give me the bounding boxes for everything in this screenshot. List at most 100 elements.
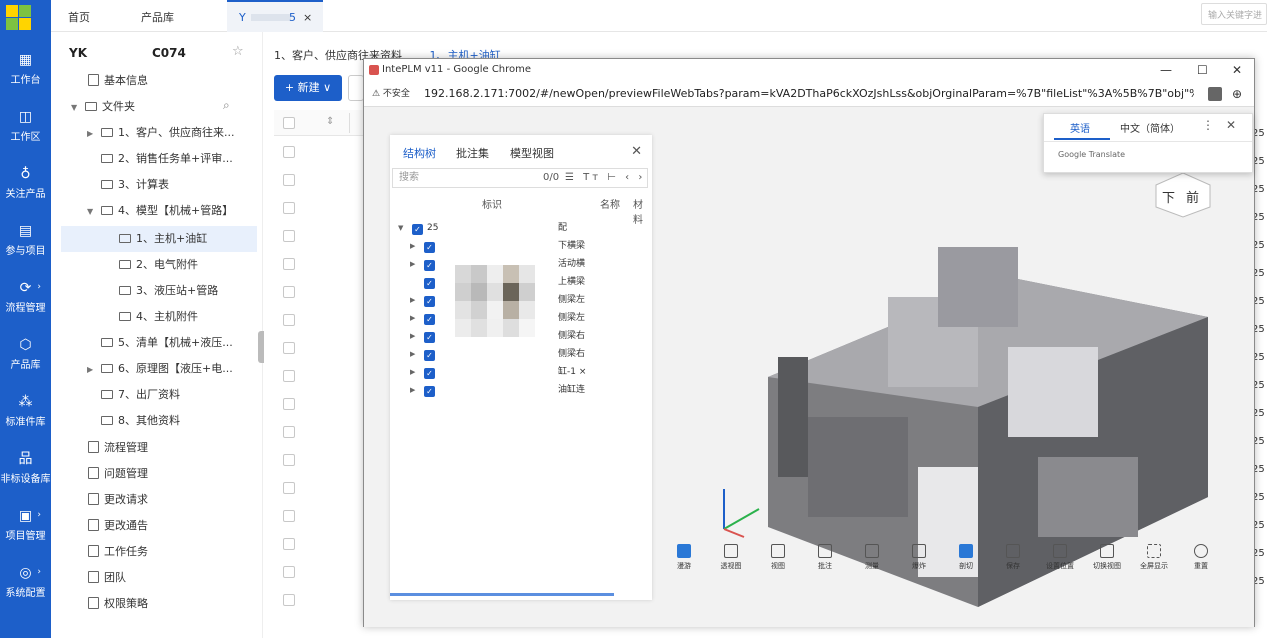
- structure-row[interactable]: ▶ ✓ 侧梁右: [410, 345, 585, 363]
- tab-structure-tree[interactable]: 结构树: [403, 145, 436, 161]
- nav-item-equipment[interactable]: 品非标设备库: [0, 451, 51, 485]
- tree-node-folder-6[interactable]: ▶ 6、原理图【液压+电...: [87, 358, 233, 380]
- row-checkbox[interactable]: [283, 370, 295, 382]
- tree-node-issues[interactable]: 问题管理: [88, 463, 148, 485]
- close-icon[interactable]: ×: [303, 11, 312, 24]
- star-icon[interactable]: ☆: [232, 44, 244, 59]
- switch-view-button[interactable]: 切换视图: [1087, 544, 1127, 571]
- tree-node-permissions[interactable]: 权限策略: [88, 593, 148, 615]
- view-cube[interactable]: 下 前: [1154, 171, 1212, 219]
- toolbar-button[interactable]: [348, 75, 364, 101]
- perspective-button[interactable]: 透视图: [711, 544, 751, 571]
- nav-item-parts[interactable]: ⁂ 标准件库: [0, 394, 51, 428]
- structure-row[interactable]: ▶ ✓ 下横梁: [410, 237, 585, 255]
- tree-node-folder-4-4[interactable]: 4、主机附件: [119, 306, 198, 328]
- nav-item-workbench[interactable]: ▦ 工作台: [0, 52, 51, 86]
- row-checkbox[interactable]: [283, 510, 295, 522]
- nav-item-workspace[interactable]: ◫ 工作区: [0, 109, 51, 143]
- checkbox-checked[interactable]: ✓: [424, 260, 435, 271]
- tree-node-team[interactable]: 团队: [88, 567, 126, 589]
- tab-home[interactable]: 首页: [68, 9, 90, 25]
- close-icon[interactable]: ✕: [1232, 59, 1242, 81]
- row-checkbox[interactable]: [283, 146, 295, 158]
- tree-node-flow[interactable]: 流程管理: [88, 437, 148, 459]
- cube-face-front[interactable]: 前: [1186, 187, 1199, 206]
- nav-item-flow[interactable]: ⟳ › 流程管理: [0, 280, 51, 314]
- tree-node-folder-4-2[interactable]: 2、电气附件: [119, 254, 198, 276]
- sort-icon[interactable]: ⇕: [326, 116, 334, 127]
- tree-node-folder-2[interactable]: 2、销售任务单+评审...: [101, 148, 233, 170]
- tree-node-folder-4-1[interactable]: 1、主机+油缸: [119, 228, 207, 250]
- row-checkbox[interactable]: [283, 258, 295, 270]
- structure-row[interactable]: ▶ ✓ 缸-1 ×: [410, 363, 586, 381]
- nav-item-follow[interactable]: ♁ 关注产品: [0, 166, 51, 200]
- nav-item-projects[interactable]: ▤ 参与项目: [0, 223, 51, 257]
- structure-row[interactable]: ✓ 上横梁: [410, 273, 585, 291]
- measure-button[interactable]: 测量: [852, 544, 892, 571]
- row-checkbox[interactable]: [283, 594, 295, 606]
- checkbox-checked[interactable]: ✓: [424, 296, 435, 307]
- address-bar[interactable]: ⚠ 不安全 192.168.2.171:7002/#/newOpen/previ…: [364, 81, 1254, 107]
- minimize-icon[interactable]: —: [1160, 59, 1172, 81]
- row-checkbox[interactable]: [283, 174, 295, 186]
- structure-search-input[interactable]: 搜索 0/0 ☰ Tт ⊢ ‹ ›: [392, 168, 648, 188]
- checkbox-checked[interactable]: ✓: [424, 350, 435, 361]
- nav-item-project-manage[interactable]: ▣ › 项目管理: [0, 508, 51, 542]
- tree-node-folders[interactable]: ▼ 文件夹: [71, 96, 135, 118]
- tree-node-basic-info[interactable]: 基本信息: [88, 70, 148, 92]
- tree-node-folder-7[interactable]: 7、出厂资料: [101, 384, 180, 406]
- select-all-checkbox[interactable]: [283, 117, 295, 129]
- row-checkbox[interactable]: [283, 286, 295, 298]
- row-checkbox[interactable]: [283, 342, 295, 354]
- nav-item-settings[interactable]: ◎ › 系统配置: [0, 565, 51, 599]
- new-button[interactable]: + 新建 ∨: [274, 75, 342, 101]
- set-position-button[interactable]: 设置位置: [1040, 544, 1080, 571]
- zoom-icon[interactable]: ⊕: [1232, 81, 1242, 107]
- checkbox-checked[interactable]: ✓: [424, 368, 435, 379]
- tab-model-views[interactable]: 模型视图: [510, 145, 554, 161]
- save-button[interactable]: 保存: [993, 544, 1033, 571]
- app-logo[interactable]: [6, 5, 32, 31]
- search-tools[interactable]: ☰ Tт ⊢ ‹ ›: [565, 169, 645, 187]
- cube-face-bottom[interactable]: 下: [1162, 187, 1175, 206]
- tab-products[interactable]: 产品库: [141, 9, 174, 25]
- reset-button[interactable]: 重置: [1181, 544, 1221, 571]
- fullscreen-button[interactable]: 全屏显示: [1134, 544, 1174, 571]
- view-button[interactable]: 视图: [758, 544, 798, 571]
- tree-node-folder-1[interactable]: ▶ 1、客户、供应商往来...: [87, 122, 235, 144]
- row-checkbox[interactable]: [283, 482, 295, 494]
- search-icon[interactable]: ⌕: [223, 98, 230, 113]
- maximize-icon[interactable]: ☐: [1197, 59, 1208, 81]
- tree-node-tasks[interactable]: 工作任务: [88, 541, 148, 563]
- lang-english-tab[interactable]: 英语: [1070, 120, 1090, 135]
- checkbox-checked[interactable]: ✓: [412, 224, 423, 235]
- row-checkbox[interactable]: [283, 398, 295, 410]
- structure-row[interactable]: ▶ ✓ 油缸连: [410, 381, 585, 399]
- translate-icon[interactable]: [1208, 87, 1222, 101]
- tree-node-folder-5[interactable]: 5、清单【机械+液压...: [101, 332, 233, 354]
- checkbox-checked[interactable]: ✓: [424, 278, 435, 289]
- lang-chinese-tab[interactable]: 中文（简体）: [1120, 120, 1180, 135]
- checkbox-checked[interactable]: ✓: [424, 332, 435, 343]
- tree-node-folder-3[interactable]: 3、计算表: [101, 174, 169, 196]
- tab-active-project[interactable]: Y 5 ×: [227, 0, 323, 32]
- row-checkbox[interactable]: [283, 426, 295, 438]
- structure-row[interactable]: ▶ ✓ 侧梁右: [410, 327, 585, 345]
- structure-row[interactable]: ▶ ✓ 侧梁左: [410, 309, 585, 327]
- tree-node-change-request[interactable]: 更改请求: [88, 489, 148, 511]
- row-checkbox[interactable]: [283, 314, 295, 326]
- horizontal-scrollbar[interactable]: [390, 593, 614, 596]
- roam-button[interactable]: 漫游: [664, 544, 704, 571]
- row-checkbox[interactable]: [283, 566, 295, 578]
- structure-row[interactable]: ▶ ✓ 侧梁左: [410, 291, 585, 309]
- checkbox-checked[interactable]: ✓: [424, 242, 435, 253]
- url-text[interactable]: 192.168.2.171:7002/#/newOpen/previewFile…: [424, 81, 1194, 107]
- row-checkbox[interactable]: [283, 202, 295, 214]
- structure-row[interactable]: ▼ ✓ 25 配: [398, 219, 567, 237]
- more-icon[interactable]: ⋮: [1202, 118, 1214, 132]
- insecure-badge[interactable]: ⚠ 不安全: [372, 81, 410, 107]
- row-checkbox[interactable]: [283, 538, 295, 550]
- checkbox-checked[interactable]: ✓: [424, 314, 435, 325]
- tree-node-change-notice[interactable]: 更改通告: [88, 515, 148, 537]
- explode-button[interactable]: 爆炸: [899, 544, 939, 571]
